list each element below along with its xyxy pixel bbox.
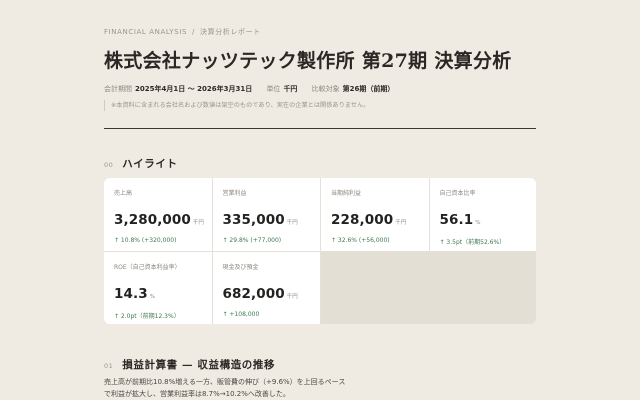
header-divider [104, 128, 536, 129]
unit-value: 千円 [283, 85, 298, 93]
kpi-value: 682,000 [222, 285, 285, 302]
kpi-delta: ↑ +108,000 [222, 310, 260, 318]
unit-label: 単位 [266, 85, 281, 93]
kpi-label: ROE（自己資本利益率） [114, 263, 181, 271]
breadcrumb-page: 決算分析レポート [200, 28, 261, 36]
section-title: 損益計算書 — 収益構造の推移 [122, 359, 276, 371]
disclaimer-note: ※本資料に含まれる会社名および数値は架空のものであり、実在の企業とは関係ありませ… [104, 100, 369, 111]
kpi-label: 現金及び預金 [222, 263, 259, 271]
kpi-label: 売上高 [114, 190, 133, 197]
kpi-label: 営業利益 [222, 190, 247, 197]
section-number: 01 [104, 362, 114, 370]
section-title: ハイライト [122, 158, 178, 170]
kpi-delta: ↑ 10.8% (+320,000) [114, 237, 177, 244]
kpi-label: 当期純利益 [331, 190, 362, 197]
kpi-delta: ↑ 32.6% (+56,000) [331, 237, 390, 244]
compare-value: 第26期（前期） [342, 85, 395, 93]
kpi-unit: % [149, 293, 155, 300]
kpi-card-cash: 現金及び預金 682,000 千円 ↑ +108,000 [212, 251, 320, 324]
kpi-unit: % [475, 220, 481, 226]
kpi-unit: 千円 [286, 293, 298, 300]
kpi-card-roe: ROE（自己資本利益率） 14.3% ↑ 2.0pt（前期12.3%） [104, 251, 212, 324]
section-heading-highlight: 00 ハイライト [104, 152, 178, 171]
kpi-delta: ↑ 3.5pt（前期52.6%） [439, 239, 506, 246]
kpi-value: 56.1 [439, 212, 474, 228]
kpi-grid: 売上高 3,280,000 千円 ↑ 10.8% (+320,000) 営業利益 … [104, 178, 536, 324]
breadcrumb-section[interactable]: FINANCIAL ANALYSIS [104, 28, 187, 36]
summary-line: 売上高が前期比10.8%増える一方、販管費の伸び（+9.6%）を上回るペース [104, 378, 346, 386]
kpi-label: 自己資本比率 [439, 190, 476, 197]
compare-label: 比較対象 [311, 85, 340, 93]
kpi-value: 228,000 [331, 212, 394, 228]
kpi-delta: ↑ 29.8% (+77,000) [222, 237, 282, 244]
section-heading-income-statement: 01 損益計算書 — 収益構造の推移 [104, 353, 275, 372]
kpi-value: 3,280,000 [114, 212, 191, 228]
page-title: 株式会社ナッツテック製作所 第27期 決算分析 [104, 50, 512, 72]
kpi-delta: ↑ 2.0pt（前期12.3%） [114, 312, 180, 320]
breadcrumb: FINANCIAL ANALYSIS / 決算分析レポート [104, 27, 261, 37]
kpi-card-sales: 売上高 3,280,000 千円 ↑ 10.8% (+320,000) [104, 178, 212, 251]
report-meta: 会計期間 2025年4月1日 〜 2026年3月31日 単位 千円 比較対象 第26期… [104, 84, 406, 94]
summary-line: で利益が拡大し、営業利益率は8.7%→10.2%へ改善した。 [104, 390, 290, 398]
kpi-unit: 千円 [192, 220, 204, 226]
kpi-unit: 千円 [286, 220, 298, 226]
breadcrumb-separator: / [192, 28, 195, 36]
section-number: 00 [104, 161, 114, 169]
kpi-value: 14.3 [114, 285, 148, 302]
kpi-card-operating-profit: 営業利益 335,000 千円 ↑ 29.8% (+77,000) [212, 178, 320, 251]
kpi-grid-empty-cell [321, 251, 536, 324]
kpi-card-net-income: 当期純利益 228,000 千円 ↑ 32.6% (+56,000) [321, 178, 429, 251]
kpi-value: 335,000 [222, 212, 285, 228]
kpi-unit: 千円 [395, 220, 407, 226]
period-label: 会計期間 [104, 85, 132, 93]
income-statement-summary: 売上高が前期比10.8%増える一方、販管費の伸び（+9.6%）を上回るペース で… [104, 376, 345, 400]
kpi-card-equity-ratio: 自己資本比率 56.1% ↑ 3.5pt（前期52.6%） [429, 178, 536, 251]
period-value: 2025年4月1日 〜 2026年3月31日 [135, 85, 253, 93]
